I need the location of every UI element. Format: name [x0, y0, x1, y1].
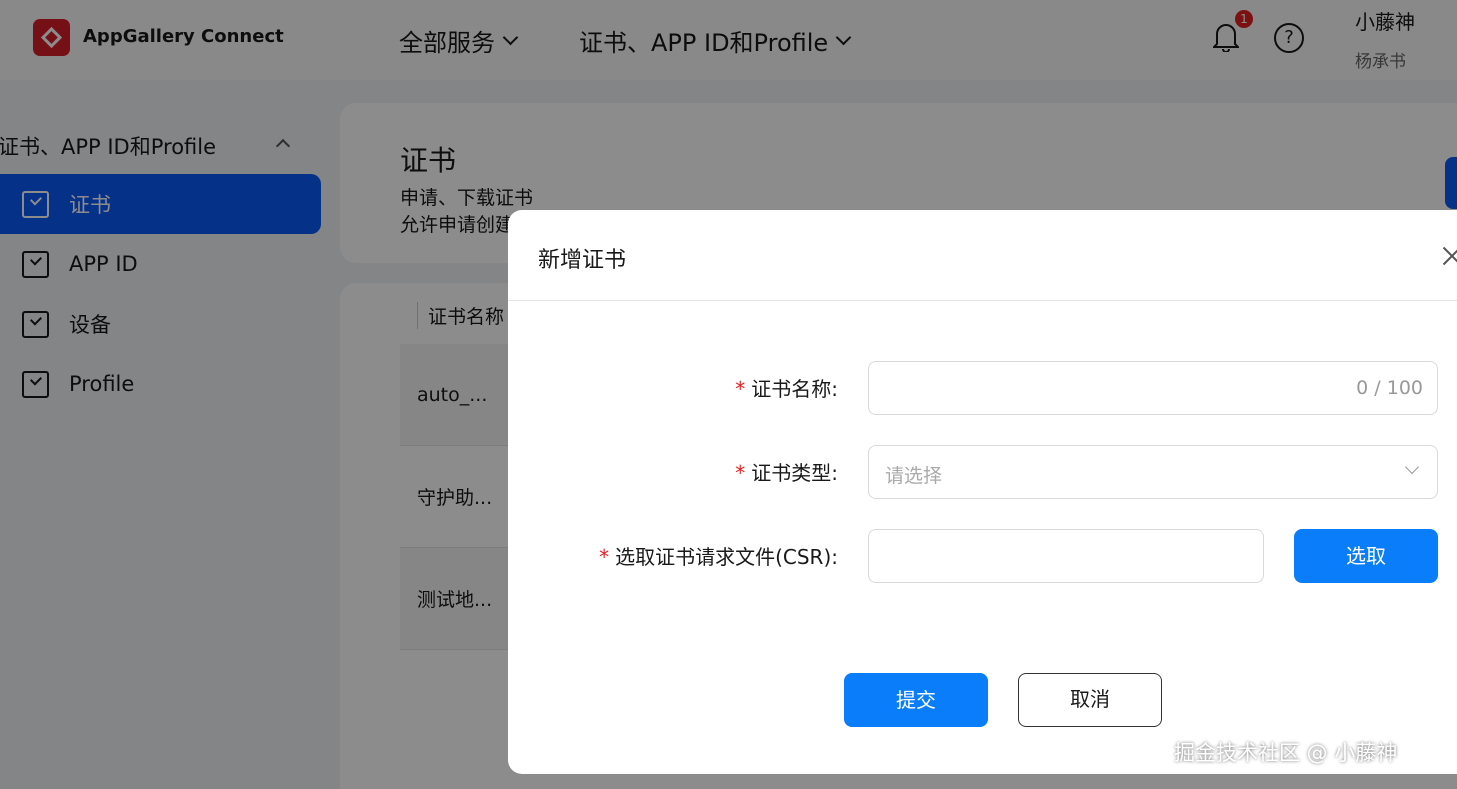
cert-type-label-text: 证书类型: [751, 461, 838, 485]
close-icon[interactable] [1443, 246, 1457, 264]
char-counter: 0 / 100 [1356, 377, 1423, 399]
chevron-down-icon [1404, 459, 1420, 475]
csr-file-input[interactable] [868, 529, 1264, 583]
cert-name-label-text: 证书名称: [751, 377, 838, 401]
select-file-button[interactable]: 选取 [1294, 529, 1438, 583]
required-mark: * [599, 545, 610, 569]
cert-name-input[interactable]: 0 / 100 [868, 361, 1438, 415]
csr-file-label-text: 选取证书请求文件(CSR): [615, 545, 838, 569]
dialog-title: 新增证书 [538, 248, 627, 273]
dialog-header: 新增证书 [508, 210, 1457, 301]
add-certificate-dialog: 新增证书 * 证书名称: 0 / 100 * 证书类型: 请选择 * 选取证书请求文件… [508, 210, 1457, 774]
cert-type-label: * 证书类型: [735, 457, 838, 486]
select-placeholder: 请选择 [885, 465, 943, 487]
csr-file-label: * 选取证书请求文件(CSR): [599, 541, 838, 570]
cert-type-select[interactable]: 请选择 [868, 445, 1438, 499]
cancel-button[interactable]: 取消 [1018, 673, 1162, 727]
required-mark: * [735, 461, 746, 485]
submit-button[interactable]: 提交 [844, 673, 988, 727]
cert-name-label: * 证书名称: [735, 373, 838, 402]
required-mark: * [735, 377, 746, 401]
watermark: 掘金技术社区 @ 小藤神 [1174, 741, 1398, 765]
